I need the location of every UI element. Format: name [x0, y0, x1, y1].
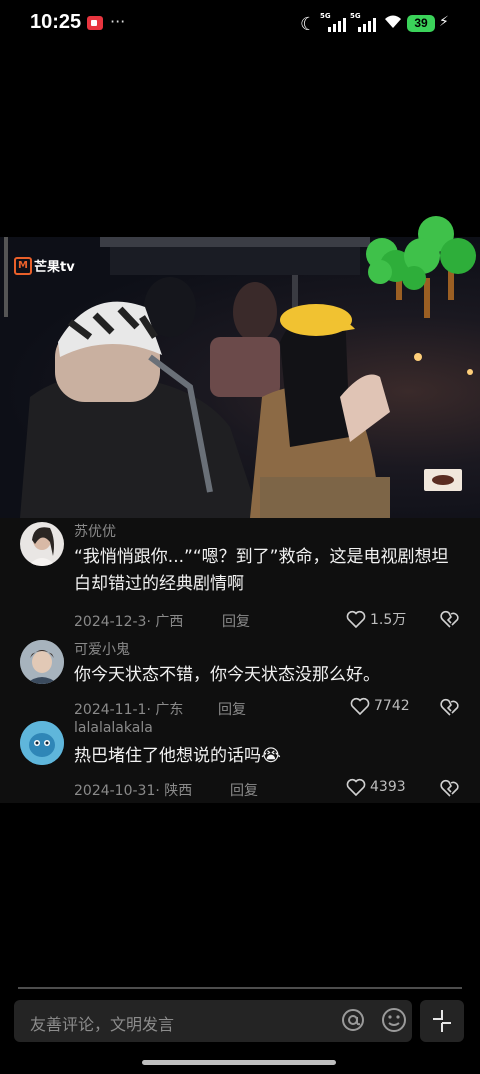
- progress-track[interactable]: [18, 987, 462, 989]
- avatar[interactable]: [20, 721, 64, 765]
- signal-icon: 5G: [320, 12, 346, 32]
- comment-input-placeholder: 友善评论，文明发言: [30, 1015, 175, 1034]
- wifi-icon: [383, 13, 403, 34]
- mango-logo-icon: M: [14, 257, 32, 275]
- battery-icon: 39: [407, 15, 435, 32]
- status-time: 10:25: [30, 11, 82, 33]
- comment-date: 2024-10-31· 陕西: [74, 783, 193, 799]
- comment-date: 2024-12-3· 广西: [74, 614, 184, 630]
- like-count: 4393: [370, 779, 406, 795]
- reply-button[interactable]: 回复: [218, 699, 246, 719]
- expand-icon: [433, 1010, 451, 1032]
- avatar[interactable]: [20, 522, 64, 566]
- reply-button[interactable]: 回复: [222, 611, 250, 631]
- comment-text: “我悄悄跟你...”“嗯？到了”救命，这是电视剧想坦白却错过的经典剧情啊: [74, 547, 449, 594]
- heart-icon: [350, 697, 370, 715]
- channel-logo: M 芒果tv: [14, 255, 110, 275]
- comment-date: 2024-11-1· 广东: [74, 702, 184, 718]
- like-button[interactable]: 4393: [346, 778, 406, 796]
- dislike-icon[interactable]: [440, 609, 460, 629]
- moon-icon: ☾: [300, 14, 317, 35]
- trees-sticker: [366, 216, 476, 318]
- comment-text: 热巴堵住了他想说的话吗😭: [74, 746, 281, 766]
- screen-record-icon: [87, 16, 103, 30]
- home-indicator[interactable]: [142, 1060, 336, 1065]
- avatar[interactable]: [20, 640, 64, 684]
- reply-button[interactable]: 回复: [230, 780, 258, 800]
- comment-text: 你今天状态不错，你今天状态没那么好。: [74, 665, 380, 685]
- comment-username[interactable]: 苏优优: [74, 521, 116, 541]
- comment-input[interactable]: 友善评论，文明发言: [14, 1000, 412, 1042]
- like-button[interactable]: 7742: [350, 697, 410, 715]
- dislike-icon[interactable]: [440, 778, 460, 798]
- channel-logo-text: 芒果tv: [34, 260, 75, 275]
- heart-icon: [346, 610, 366, 628]
- sponsor-badge: [424, 469, 462, 491]
- status-bar: 10:25 ··· ☾ 5G 5G 39 ⚡: [0, 0, 480, 48]
- comment-list: 苏优优 “我悄悄跟你...”“嗯？到了”救命，这是电视剧想坦白却错过的经典剧情啊…: [0, 518, 480, 803]
- mention-icon[interactable]: [339, 1006, 367, 1034]
- like-count: 1.5万: [370, 612, 407, 628]
- like-button[interactable]: 1.5万: [346, 609, 406, 629]
- heart-icon: [346, 778, 366, 796]
- emoji-icon[interactable]: [380, 1006, 408, 1034]
- charging-icon: ⚡: [439, 14, 449, 30]
- expand-button[interactable]: [420, 1000, 464, 1042]
- signal-icon: 5G: [350, 12, 376, 32]
- dislike-icon[interactable]: [440, 697, 460, 717]
- more-notifications-icon: ···: [110, 12, 126, 31]
- comment-username[interactable]: lalalalakala: [74, 720, 153, 736]
- comment-username[interactable]: 可爱小鬼: [74, 639, 130, 659]
- like-count: 7742: [374, 698, 410, 714]
